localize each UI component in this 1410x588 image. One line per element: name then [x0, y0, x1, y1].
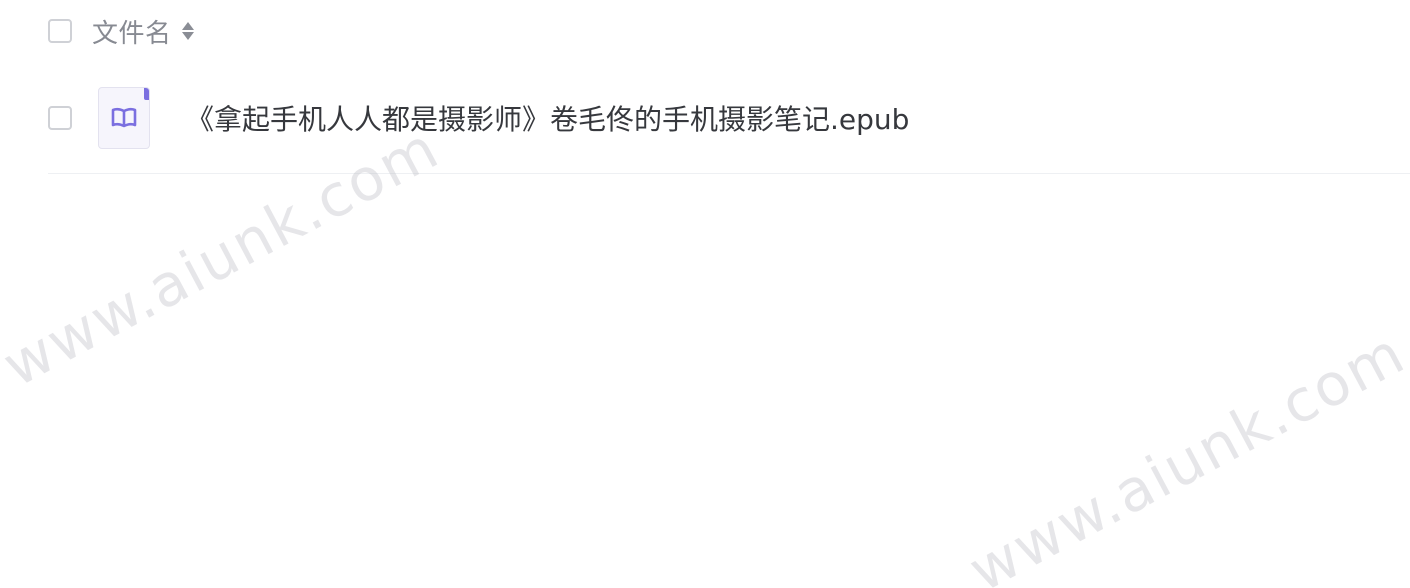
file-row-checkbox[interactable]: [48, 105, 72, 130]
file-thumbnail[interactable]: [98, 86, 150, 149]
book-icon: [111, 107, 137, 127]
file-corner-mark: [144, 87, 149, 100]
sort-down-arrow: [181, 32, 194, 40]
sort-icon[interactable]: [181, 18, 194, 44]
file-row[interactable]: 《拿起手机人人都是摄影师》卷毛佟的手机摄影笔记.epub: [48, 62, 1410, 174]
select-all-checkbox[interactable]: [48, 19, 72, 43]
file-browser: 文件名 《拿起手机人人都是摄影师》卷毛佟的手机摄影笔记.epub www.aiu…: [0, 0, 1410, 588]
watermark: www.aiunk.com: [958, 318, 1410, 588]
file-list: 文件名 《拿起手机人人都是摄影师》卷毛佟的手机摄影笔记.epub: [48, 0, 1410, 174]
file-name[interactable]: 《拿起手机人人都是摄影师》卷毛佟的手机摄影笔记.epub: [186, 98, 909, 138]
sort-up-arrow: [181, 22, 194, 30]
filename-column-header[interactable]: 文件名: [92, 13, 172, 50]
file-list-header: 文件名: [48, 0, 1410, 62]
